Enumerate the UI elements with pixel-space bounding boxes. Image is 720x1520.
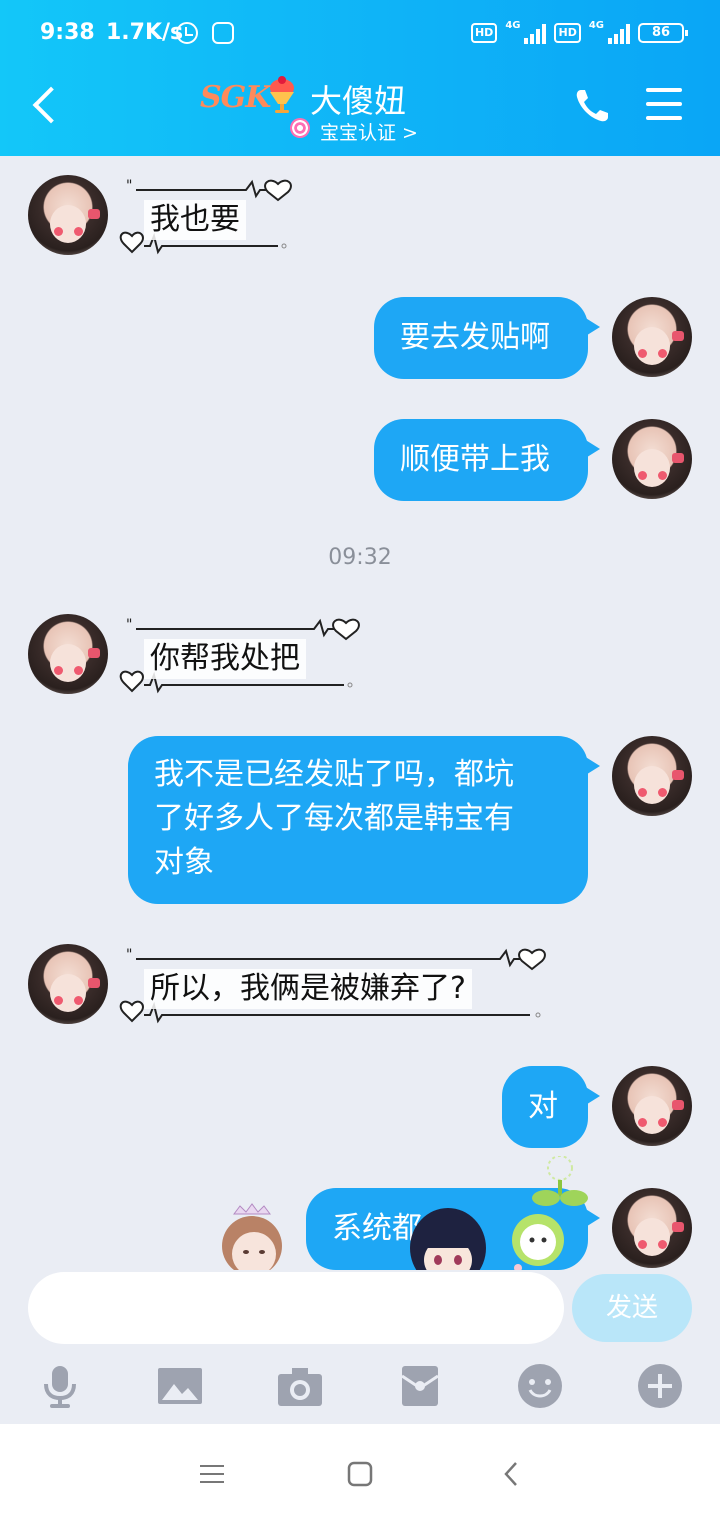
message-text: 要去发贴啊: [400, 320, 550, 355]
message-text: 对: [528, 1089, 558, 1124]
hd-icon: HD: [470, 23, 498, 43]
my-avatar[interactable]: [612, 1188, 692, 1268]
my-avatar[interactable]: [612, 736, 692, 816]
animated-stickers: [222, 1156, 588, 1270]
alarm-icon: [176, 22, 198, 44]
message-text-line: 了好多人了每次都是韩宝有: [154, 801, 514, 836]
microphone-icon[interactable]: [36, 1362, 84, 1410]
chat-header: 9:38 1.7K/s HD 4G HD 4G 86 SGK 大傻妞 宝宝认证 …: [0, 0, 720, 156]
signal-icon-2: [608, 22, 630, 44]
red-packet-icon[interactable]: [396, 1362, 444, 1410]
contact-avatar[interactable]: [28, 175, 108, 255]
brand-logo: SGK: [200, 80, 271, 115]
system-nav-bar: [0, 1424, 720, 1520]
status-net-speed: 1.7K/s: [106, 20, 184, 45]
network-type-1: 4G: [505, 19, 521, 31]
lollipop-icon: [290, 118, 310, 138]
phone-call-button[interactable]: [572, 86, 612, 126]
svg-text:": ": [126, 947, 132, 963]
incoming-message[interactable]: " 所以，我俩是被嫌弃了?: [118, 945, 558, 1025]
message-text: 所以，我俩是被嫌弃了?: [144, 969, 472, 1009]
back-button[interactable]: [26, 84, 66, 128]
app-notification-icon: [212, 22, 234, 44]
home-icon[interactable]: [346, 1460, 374, 1488]
outgoing-message[interactable]: 对: [502, 1066, 600, 1148]
my-avatar[interactable]: [612, 1066, 692, 1146]
recent-apps-icon[interactable]: [198, 1460, 226, 1488]
contact-name[interactable]: 大傻妞: [310, 76, 406, 122]
my-avatar[interactable]: [612, 419, 692, 499]
send-button[interactable]: 发送: [572, 1274, 692, 1342]
verify-link[interactable]: 宝宝认证 >: [320, 118, 418, 145]
message-timestamp: 09:32: [328, 545, 392, 570]
emoji-icon[interactable]: [516, 1362, 564, 1410]
message-input[interactable]: [28, 1272, 564, 1344]
svg-text:": ": [126, 617, 132, 633]
image-icon[interactable]: [156, 1362, 204, 1410]
incoming-message[interactable]: " 你帮我处把: [118, 615, 368, 695]
message-text: 顺便带上我: [400, 442, 550, 477]
my-avatar[interactable]: [612, 297, 692, 377]
network-type-2: 4G: [588, 19, 604, 31]
status-time: 9:38: [40, 20, 95, 45]
outgoing-message[interactable]: 顺便带上我: [374, 419, 600, 501]
battery-icon: 86: [638, 23, 688, 43]
status-indicators: HD 4G HD 4G 86: [470, 19, 688, 44]
status-bar: 9:38 1.7K/s HD 4G HD 4G 86: [0, 0, 720, 70]
camera-icon[interactable]: [276, 1362, 324, 1410]
ice-cream-cup-icon: [270, 76, 294, 113]
plus-icon[interactable]: [636, 1362, 684, 1410]
contact-avatar[interactable]: [28, 944, 108, 1024]
back-nav-icon[interactable]: [498, 1460, 526, 1488]
message-text-line: 我不是已经发贴了吗，都坑: [154, 757, 514, 792]
message-text: 你帮我处把: [144, 639, 306, 679]
incoming-message[interactable]: " 我也要: [118, 176, 298, 256]
outgoing-message[interactable]: 我不是已经发贴了吗，都坑 了好多人了每次都是韩宝有 对象: [128, 736, 600, 904]
contact-avatar[interactable]: [28, 614, 108, 694]
message-text-line: 对象: [154, 845, 214, 880]
signal-icon: [524, 22, 547, 44]
input-bar: 发送: [0, 1270, 720, 1424]
outgoing-message[interactable]: 要去发贴啊: [374, 297, 600, 379]
menu-button[interactable]: [646, 88, 682, 120]
message-text: 我也要: [144, 200, 246, 240]
svg-text:": ": [126, 178, 132, 194]
hd-icon-2: HD: [554, 23, 581, 43]
chat-message-list[interactable]: " 我也要 要去发贴啊 顺便带上我 09:32 " 你帮我处把 我不是已经发贴了…: [0, 156, 720, 1270]
